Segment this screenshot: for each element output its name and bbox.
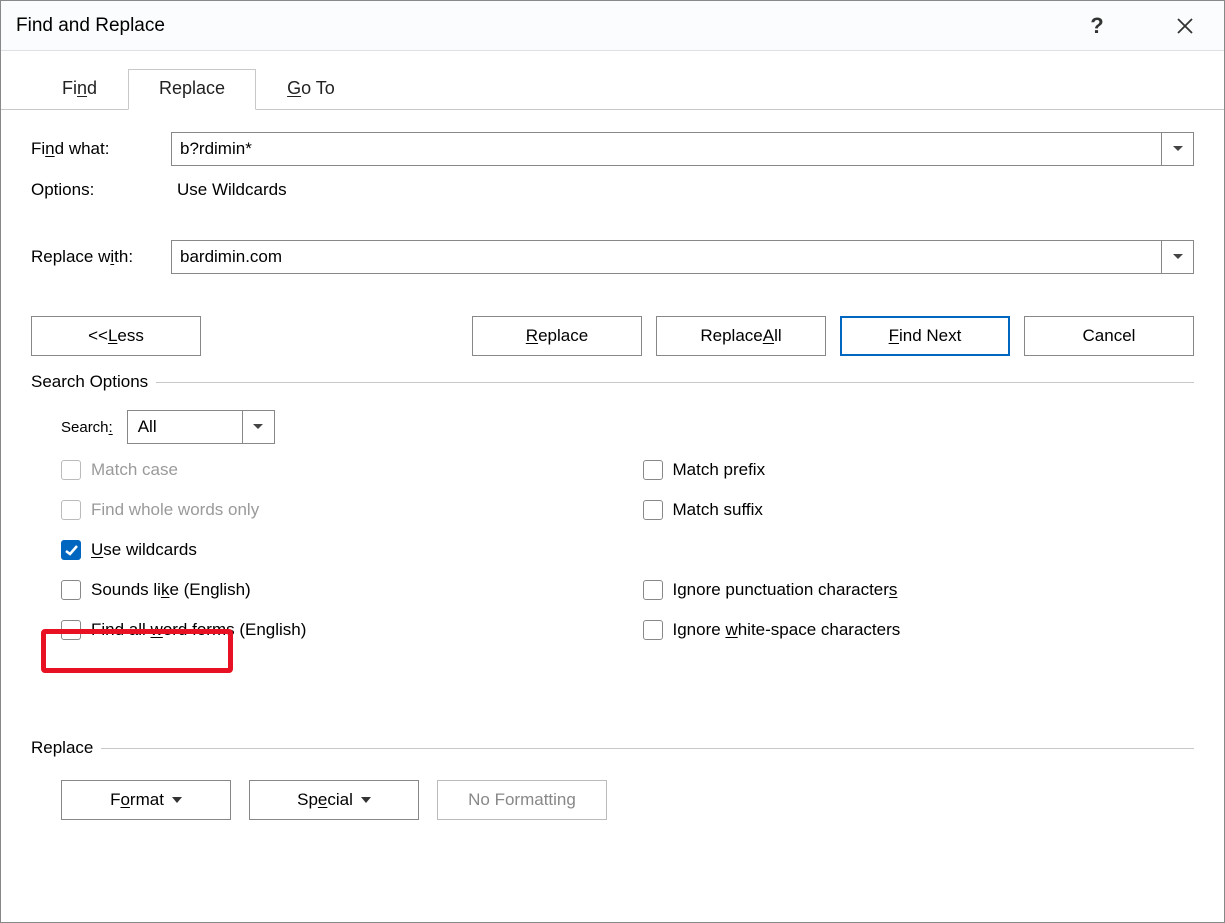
less-button[interactable]: << Less (31, 316, 201, 356)
match-prefix-check[interactable]: Match prefix (643, 456, 1195, 484)
no-formatting-button: No Formatting (437, 780, 607, 820)
checkbox-icon (61, 540, 81, 560)
options-label: Options: (31, 180, 171, 200)
check-label: Find whole words only (91, 500, 259, 520)
checkbox-icon (61, 580, 81, 600)
chevron-down-icon (252, 423, 264, 431)
checkbox-icon (643, 500, 663, 520)
checkbox-icon (643, 580, 663, 600)
checkbox-icon (61, 500, 81, 520)
close-button[interactable] (1161, 6, 1209, 46)
checkbox-icon (61, 620, 81, 640)
cancel-button[interactable]: Cancel (1024, 316, 1194, 356)
replace-with-combo (171, 240, 1194, 274)
replace-with-label: Replace with: (31, 247, 171, 267)
check-label: Sounds like (English) (91, 580, 251, 600)
check-label: Ignore punctuation characters (673, 580, 898, 600)
replace-group-label: Replace (31, 738, 93, 758)
find-replace-dialog: Find and Replace ? Find Replace Go To Fi… (0, 0, 1225, 923)
search-direction-value: All (128, 417, 242, 437)
search-label: Search: (61, 419, 113, 436)
check-label: Match case (91, 460, 178, 480)
chevron-down-icon (1172, 253, 1184, 261)
format-button[interactable]: Format (61, 780, 231, 820)
word-forms-check[interactable]: Find all word forms (English) (61, 616, 613, 644)
form-area: Find what: Options: Use Wildcards Replac… (1, 110, 1224, 274)
replace-with-dropdown[interactable] (1161, 241, 1193, 273)
sounds-like-check[interactable]: Sounds like (English) (61, 576, 613, 604)
find-what-input[interactable] (172, 133, 1161, 165)
replace-all-button[interactable]: Replace All (656, 316, 826, 356)
tab-goto[interactable]: Go To (256, 69, 366, 110)
checkbox-icon (643, 460, 663, 480)
replace-button[interactable]: Replace (472, 316, 642, 356)
dialog-title: Find and Replace (16, 15, 1073, 37)
replace-with-input[interactable] (172, 241, 1161, 273)
chevron-down-icon (1172, 145, 1184, 153)
checkbox-icon (61, 460, 81, 480)
tab-strip: Find Replace Go To (1, 69, 1224, 110)
special-button[interactable]: Special (249, 780, 419, 820)
match-case-check: Match case (61, 456, 613, 484)
divider (101, 748, 1194, 749)
options-value: Use Wildcards (177, 180, 287, 200)
help-button[interactable]: ? (1073, 6, 1121, 46)
titlebar: Find and Replace ? (1, 1, 1224, 51)
search-options-label: Search Options (31, 372, 148, 392)
match-suffix-check[interactable]: Match suffix (643, 496, 1195, 524)
check-label: Match prefix (673, 460, 766, 480)
search-direction-row: Search: All (1, 400, 1224, 456)
tab-find[interactable]: Find (31, 69, 128, 110)
replace-group-header: Replace (1, 734, 1224, 766)
replace-format-row: Format Special No Formatting (1, 766, 1224, 820)
ignore-ws-check[interactable]: Ignore white-space characters (643, 616, 1195, 644)
find-next-button[interactable]: Find Next (840, 316, 1010, 356)
whole-words-check: Find whole words only (61, 496, 613, 524)
check-label: Ignore white-space characters (673, 620, 901, 640)
search-direction-dropdown (242, 411, 274, 443)
divider (156, 382, 1194, 383)
search-direction-select[interactable]: All (127, 410, 275, 444)
checkbox-icon (643, 620, 663, 640)
action-button-row: << Less Replace Replace All Find Next Ca… (1, 288, 1224, 368)
checkbox-grid: Match case Find whole words only Use wil… (1, 456, 1224, 644)
tab-replace[interactable]: Replace (128, 69, 256, 110)
close-icon (1176, 17, 1194, 35)
find-what-dropdown[interactable] (1161, 133, 1193, 165)
check-label: Find all word forms (English) (91, 620, 306, 640)
use-wildcards-check[interactable]: Use wildcards (61, 536, 613, 564)
find-what-combo (171, 132, 1194, 166)
dialog-body: Find Replace Go To Find what: Options: U… (1, 51, 1224, 922)
ignore-punct-check[interactable]: Ignore punctuation characters (643, 576, 1195, 604)
check-label: Match suffix (673, 500, 763, 520)
search-options-header: Search Options (1, 368, 1224, 400)
check-label: Use wildcards (91, 540, 197, 560)
find-what-label: Find what: (31, 139, 171, 159)
